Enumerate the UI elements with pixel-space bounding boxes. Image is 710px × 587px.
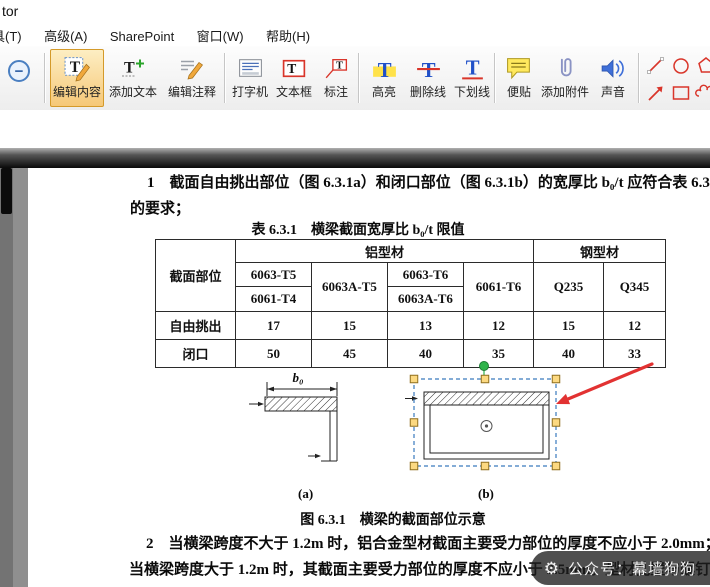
titlebar: tor <box>0 0 710 22</box>
table-subheader-cell: 6063-T6 6063A-T6 <box>388 263 464 312</box>
table-title: 表 6.3.1 横梁截面宽厚比 b₀/t 限值 <box>88 219 628 239</box>
callout-button[interactable]: T 标注 <box>316 49 356 107</box>
paperclip-icon <box>551 52 579 84</box>
toolbar-separator <box>44 53 46 103</box>
attachment-button[interactable]: 添加附件 <box>540 49 590 107</box>
edit-content-icon: T <box>62 52 92 84</box>
table-subheader-cell: Q345 <box>604 263 666 312</box>
rectangle-tool-button[interactable] <box>669 80 693 106</box>
menu-sharepoint[interactable]: SharePoint <box>101 25 183 48</box>
table-cell: 15 <box>534 312 604 340</box>
figure-b-label: (b) <box>478 486 494 502</box>
paragraph-1-line-1: 1 截面自由挑出部位（图 6.3.1a）和闭口部位（图 6.3.1b）的宽厚比 … <box>147 171 710 192</box>
rotation-handle[interactable] <box>480 362 489 371</box>
drawing-tools-group <box>644 53 710 106</box>
toolbar-separator <box>224 53 226 103</box>
callout-icon: T <box>322 52 350 84</box>
red-arrow-annotation[interactable] <box>556 364 652 404</box>
gear-icon: ⚙ <box>544 560 560 577</box>
underline-icon: T <box>458 52 487 84</box>
toolbar-separator <box>358 53 360 103</box>
menubar: 工具(T) 高级(A) SharePoint 窗口(W) 帮助(H) <box>0 22 710 47</box>
table-group-steel: 钢型材 <box>534 240 666 263</box>
svg-text:T: T <box>287 61 296 76</box>
typewriter-button[interactable]: 打字机 <box>228 49 272 107</box>
watermark-badge: ⚙ 公众号：幕墙狗狗 <box>531 551 710 585</box>
sticky-note-icon <box>505 52 533 84</box>
svg-text:T: T <box>465 58 479 80</box>
table-cell: 13 <box>388 312 464 340</box>
table-group-aluminum: 铝型材 <box>236 240 534 263</box>
line-tool-button[interactable] <box>644 53 668 79</box>
table-row: 自由挑出 17 15 13 12 15 12 <box>156 312 666 340</box>
toolbar-empty-row <box>0 110 710 148</box>
paragraph-2-line-1: 2 当横梁跨度不大于 1.2m 时，铝合金型材截面主要受力部位的厚度不应小于 2… <box>146 532 710 553</box>
document-page: 1 截面自由挑出部位（图 6.3.1a）和闭口部位（图 6.3.1b）的宽厚比 … <box>28 168 710 587</box>
scrollbar-thumb[interactable] <box>1 168 12 214</box>
typewriter-icon <box>237 52 264 84</box>
table-cell: 12 <box>464 312 534 340</box>
highlight-button[interactable]: T 高亮 <box>364 49 404 107</box>
add-text-button[interactable]: T 添加文本 <box>106 49 160 107</box>
figure-caption: 图 6.3.1 横梁的截面部位示意 <box>128 509 658 529</box>
textbox-icon: T <box>281 52 308 84</box>
document-workspace: 1 截面自由挑出部位（图 6.3.1a）和闭口部位（图 6.3.1b）的宽厚比 … <box>0 168 710 587</box>
pdf-editor-window: tor 工具(T) 高级(A) SharePoint 窗口(W) 帮助(H) −… <box>0 0 710 587</box>
edit-content-button[interactable]: T 编辑内容 <box>50 49 104 107</box>
paragraph-1-line-2: 的要求； <box>130 197 190 218</box>
table-cell: 15 <box>312 312 388 340</box>
collapse-toolbar-button[interactable]: − <box>8 60 30 82</box>
table-subheader-cell: 6061-T6 <box>464 263 534 312</box>
figures-area <box>208 358 678 488</box>
workspace-top-band <box>0 148 710 168</box>
circle-tool-button[interactable] <box>669 53 693 79</box>
arrow-tool-button[interactable] <box>644 80 668 106</box>
selection-box <box>410 362 560 470</box>
menu-help[interactable]: 帮助(H) <box>257 22 319 49</box>
window-title: tor <box>2 3 18 19</box>
menu-advanced[interactable]: 高级(A) <box>35 22 96 49</box>
svg-text:T: T <box>421 60 435 81</box>
table-row-label: 自由挑出 <box>156 312 236 340</box>
table-subheader-cell: 6063-T5 6061-T4 <box>236 263 312 312</box>
table-cell: 12 <box>604 312 666 340</box>
edit-annotation-icon <box>178 52 206 84</box>
watermark-text: 公众号：幕墙狗狗 <box>568 558 696 579</box>
table-corner-cell: 截面部位 <box>156 240 236 312</box>
svg-text:T: T <box>377 60 391 81</box>
toolbar: − T 编辑内容 T 添加文本 <box>0 46 710 111</box>
cloud-tool-button[interactable] <box>694 80 710 106</box>
spec-table: 截面部位 铝型材 钢型材 6063-T5 6061-T4 6063A-T5 60… <box>155 239 666 368</box>
figure-b-drawing[interactable] <box>405 392 549 459</box>
menu-window[interactable]: 窗口(W) <box>188 22 253 49</box>
polygon-tool-button[interactable] <box>694 53 710 79</box>
table-cell: 17 <box>236 312 312 340</box>
highlight-icon: T <box>370 52 399 84</box>
table-subheader-cell: 6063A-T5 <box>312 263 388 312</box>
add-text-icon: T <box>119 52 147 84</box>
figure-a-label: (a) <box>298 486 313 502</box>
left-scrollbar[interactable] <box>0 168 13 587</box>
textbox-button[interactable]: T 文本框 <box>272 49 316 107</box>
edit-annotation-button[interactable]: 编辑注释 <box>164 49 220 107</box>
sound-button[interactable]: 声音 <box>592 49 634 107</box>
toolbar-separator <box>638 53 640 103</box>
menu-tools[interactable]: 工具(T) <box>0 22 31 49</box>
figure-a-drawing <box>249 382 337 461</box>
svg-text:T: T <box>124 59 135 76</box>
strikeout-button[interactable]: T 删除线 <box>406 49 450 107</box>
sticky-note-button[interactable]: 便贴 <box>500 49 538 107</box>
svg-text:T: T <box>336 60 343 71</box>
speaker-icon <box>599 52 627 84</box>
table-subheader-cell: Q235 <box>534 263 604 312</box>
toolbar-separator <box>494 53 496 103</box>
underline-button[interactable]: T 下划线 <box>450 49 494 107</box>
strikeout-icon: T <box>414 52 443 84</box>
